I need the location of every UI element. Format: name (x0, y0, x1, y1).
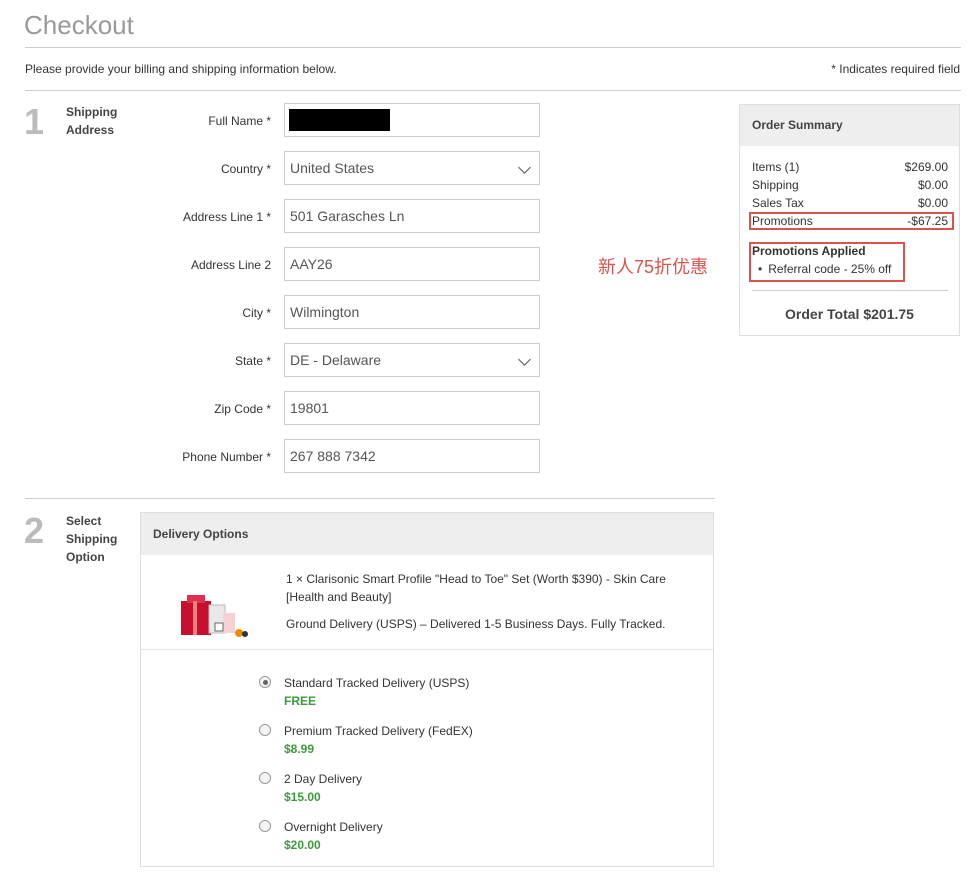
items-label: Items (1) (752, 160, 800, 174)
step-2-number: 2 (24, 510, 45, 551)
zip-label: Zip Code * (214, 402, 271, 416)
step-2-label-line2: Shipping (66, 532, 118, 546)
promo-annotation: 新人75折优惠 (598, 257, 709, 277)
delivery-option-name[interactable]: Standard Tracked Delivery (USPS) (284, 676, 469, 690)
tax-value: $0.00 (917, 196, 948, 210)
delivery-option-name[interactable]: 2 Day Delivery (284, 772, 362, 786)
city-input[interactable]: Wilmington (284, 295, 540, 329)
delivery-option-radio[interactable] (259, 724, 271, 736)
state-select[interactable]: DE - Delaware (284, 343, 540, 377)
intro-divider (25, 90, 961, 91)
delivery-option-price: FREE (284, 694, 317, 708)
delivery-option-price: $8.99 (284, 742, 315, 756)
country-select[interactable]: United States (284, 151, 540, 185)
summary-divider (752, 290, 948, 291)
delivery-option-radio[interactable] (259, 676, 271, 688)
chevron-down-icon (518, 161, 531, 174)
delivery-divider (141, 649, 713, 650)
product-description: 1 × Clarisonic Smart Profile "Head to To… (286, 570, 706, 606)
order-summary: Order Summary Items (1) $269.00 Shipping… (739, 104, 960, 336)
page-title: Checkout (24, 10, 134, 40)
product-line2: [Health and Beauty] (286, 590, 392, 604)
delivery-option-price: $15.00 (284, 790, 321, 804)
step-divider (25, 498, 715, 499)
title-divider (25, 47, 961, 48)
items-value: $269.00 (904, 160, 948, 174)
tax-label: Sales Tax (752, 196, 804, 210)
full-name-input[interactable] (284, 103, 540, 137)
delivery-option-radio[interactable] (259, 772, 271, 784)
phone-input[interactable]: 267 888 7342 (284, 439, 540, 473)
address1-label: Address Line 1 * (182, 210, 271, 224)
redaction-block (289, 109, 390, 131)
state-value: DE - Delaware (290, 352, 382, 368)
order-summary-title: Order Summary (740, 105, 959, 146)
address2-input[interactable]: AAY26 (284, 247, 540, 281)
address2-label: Address Line 2 (190, 258, 271, 272)
full-name-label: Full Name * (208, 114, 271, 128)
step-2-label-line1: Select (66, 514, 102, 528)
state-label: State * (234, 354, 271, 368)
delivery-option-name[interactable]: Premium Tracked Delivery (FedEX) (284, 724, 473, 738)
product-image (181, 595, 248, 637)
shipping-label: Shipping (752, 178, 799, 192)
zip-input[interactable]: 19801 (284, 391, 540, 425)
chevron-down-icon (518, 353, 531, 366)
promotions-applied-highlight-box (749, 242, 905, 282)
tax-row: Sales Tax $0.00 (752, 196, 948, 210)
product-line1: 1 × Clarisonic Smart Profile "Head to To… (286, 572, 666, 586)
intro-text: Please provide your billing and shipping… (25, 62, 337, 76)
delivery-options-title: Delivery Options (141, 513, 713, 555)
delivery-option-price: $20.00 (284, 838, 321, 852)
country-value: United States (290, 160, 375, 176)
address1-input[interactable]: 501 Garasches Ln (284, 199, 540, 233)
delivery-option-radio[interactable] (259, 820, 271, 832)
city-label: City * (242, 306, 271, 320)
delivery-option-name[interactable]: Overnight Delivery (284, 820, 383, 834)
step-2-label-line3: Option (66, 550, 105, 564)
promotions-highlight-box (749, 212, 954, 230)
step-2-label: Select Shipping Option (66, 512, 117, 566)
required-note: * Indicates required field (831, 62, 960, 76)
order-total: Order Total $201.75 (785, 306, 914, 322)
items-row: Items (1) $269.00 (752, 160, 948, 174)
phone-label: Phone Number * (182, 450, 271, 464)
shipping-row: Shipping $0.00 (752, 178, 948, 192)
product-delivery-text: Ground Delivery (USPS) – Delivered 1-5 B… (286, 617, 666, 631)
shipping-value: $0.00 (917, 178, 948, 192)
country-label: Country * (220, 162, 271, 176)
